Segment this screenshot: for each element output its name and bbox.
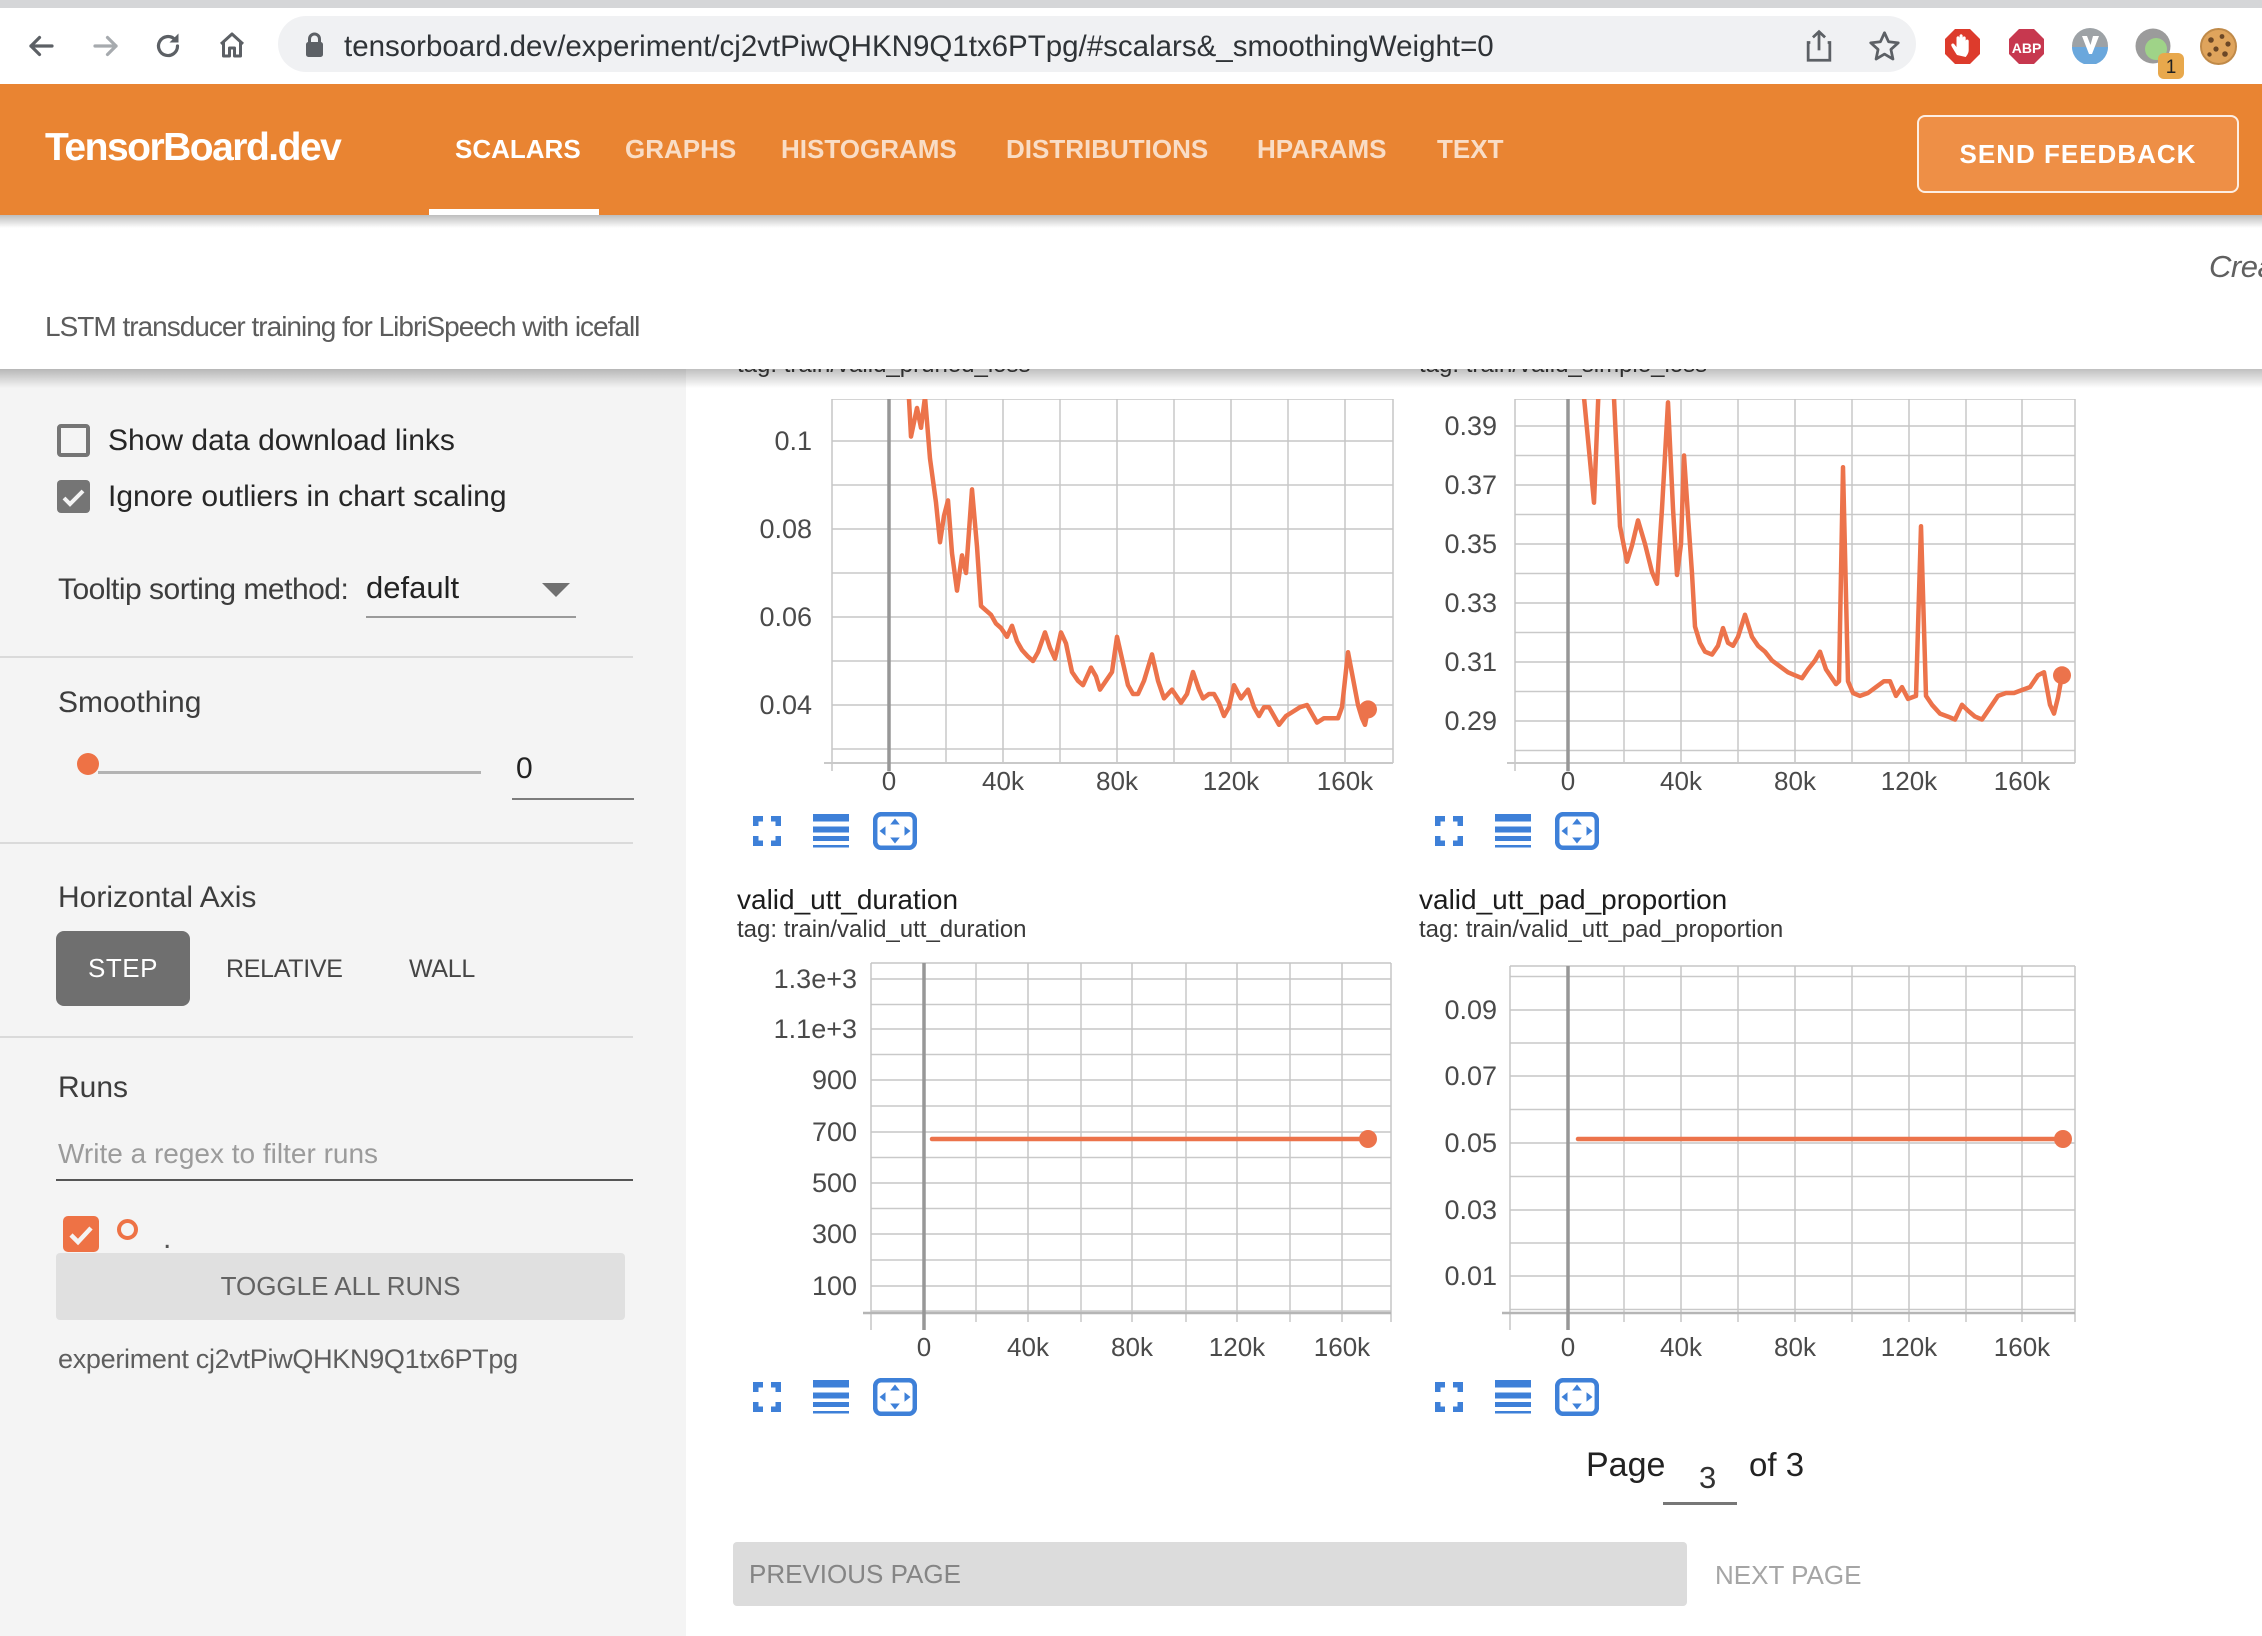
svg-text:0.05: 0.05	[1444, 1128, 1497, 1158]
svg-text:0.07: 0.07	[1444, 1061, 1497, 1091]
svg-text:0.09: 0.09	[1444, 995, 1497, 1025]
svg-text:0.03: 0.03	[1444, 1195, 1497, 1225]
svg-text:0.1: 0.1	[774, 426, 812, 456]
svg-text:120k: 120k	[1881, 766, 1938, 796]
svg-text:120k: 120k	[1203, 766, 1260, 796]
svg-text:1: 1	[2166, 57, 2177, 78]
svg-text:40k: 40k	[1660, 766, 1703, 796]
svg-text:0.06: 0.06	[759, 602, 812, 632]
svg-text:80k: 80k	[1774, 766, 1817, 796]
svg-text:0.29: 0.29	[1444, 706, 1497, 736]
svg-text:1.1e+3: 1.1e+3	[774, 1014, 857, 1044]
svg-text:0.04: 0.04	[759, 690, 812, 720]
svg-text:80k: 80k	[1111, 1332, 1154, 1362]
svg-text:ABP: ABP	[2012, 40, 2042, 56]
svg-text:160k: 160k	[1994, 766, 2051, 796]
svg-text:0.37: 0.37	[1444, 470, 1497, 500]
svg-text:40k: 40k	[1007, 1332, 1050, 1362]
svg-text:100: 100	[812, 1271, 857, 1301]
svg-text:80k: 80k	[1774, 1332, 1817, 1362]
svg-text:120k: 120k	[1881, 1332, 1938, 1362]
svg-text:160k: 160k	[1314, 1332, 1371, 1362]
svg-text:0: 0	[882, 766, 896, 796]
svg-text:0.01: 0.01	[1444, 1261, 1497, 1291]
svg-text:700: 700	[812, 1117, 857, 1147]
svg-text:0: 0	[1561, 766, 1575, 796]
svg-text:0: 0	[1561, 1332, 1575, 1362]
svg-text:120k: 120k	[1209, 1332, 1266, 1362]
svg-text:0: 0	[917, 1332, 931, 1362]
svg-text:900: 900	[812, 1065, 857, 1095]
svg-text:0.35: 0.35	[1444, 529, 1497, 559]
svg-text:0.31: 0.31	[1444, 647, 1497, 677]
svg-text:300: 300	[812, 1219, 857, 1249]
svg-text:40k: 40k	[982, 766, 1025, 796]
svg-text:80k: 80k	[1096, 766, 1139, 796]
svg-text:40k: 40k	[1660, 1332, 1703, 1362]
svg-text:160k: 160k	[1994, 1332, 2051, 1362]
svg-text:0.08: 0.08	[759, 514, 812, 544]
svg-text:500: 500	[812, 1168, 857, 1198]
svg-text:0.39: 0.39	[1444, 411, 1497, 441]
svg-text:160k: 160k	[1317, 766, 1374, 796]
svg-text:1.3e+3: 1.3e+3	[774, 964, 857, 994]
svg-text:0.33: 0.33	[1444, 588, 1497, 618]
